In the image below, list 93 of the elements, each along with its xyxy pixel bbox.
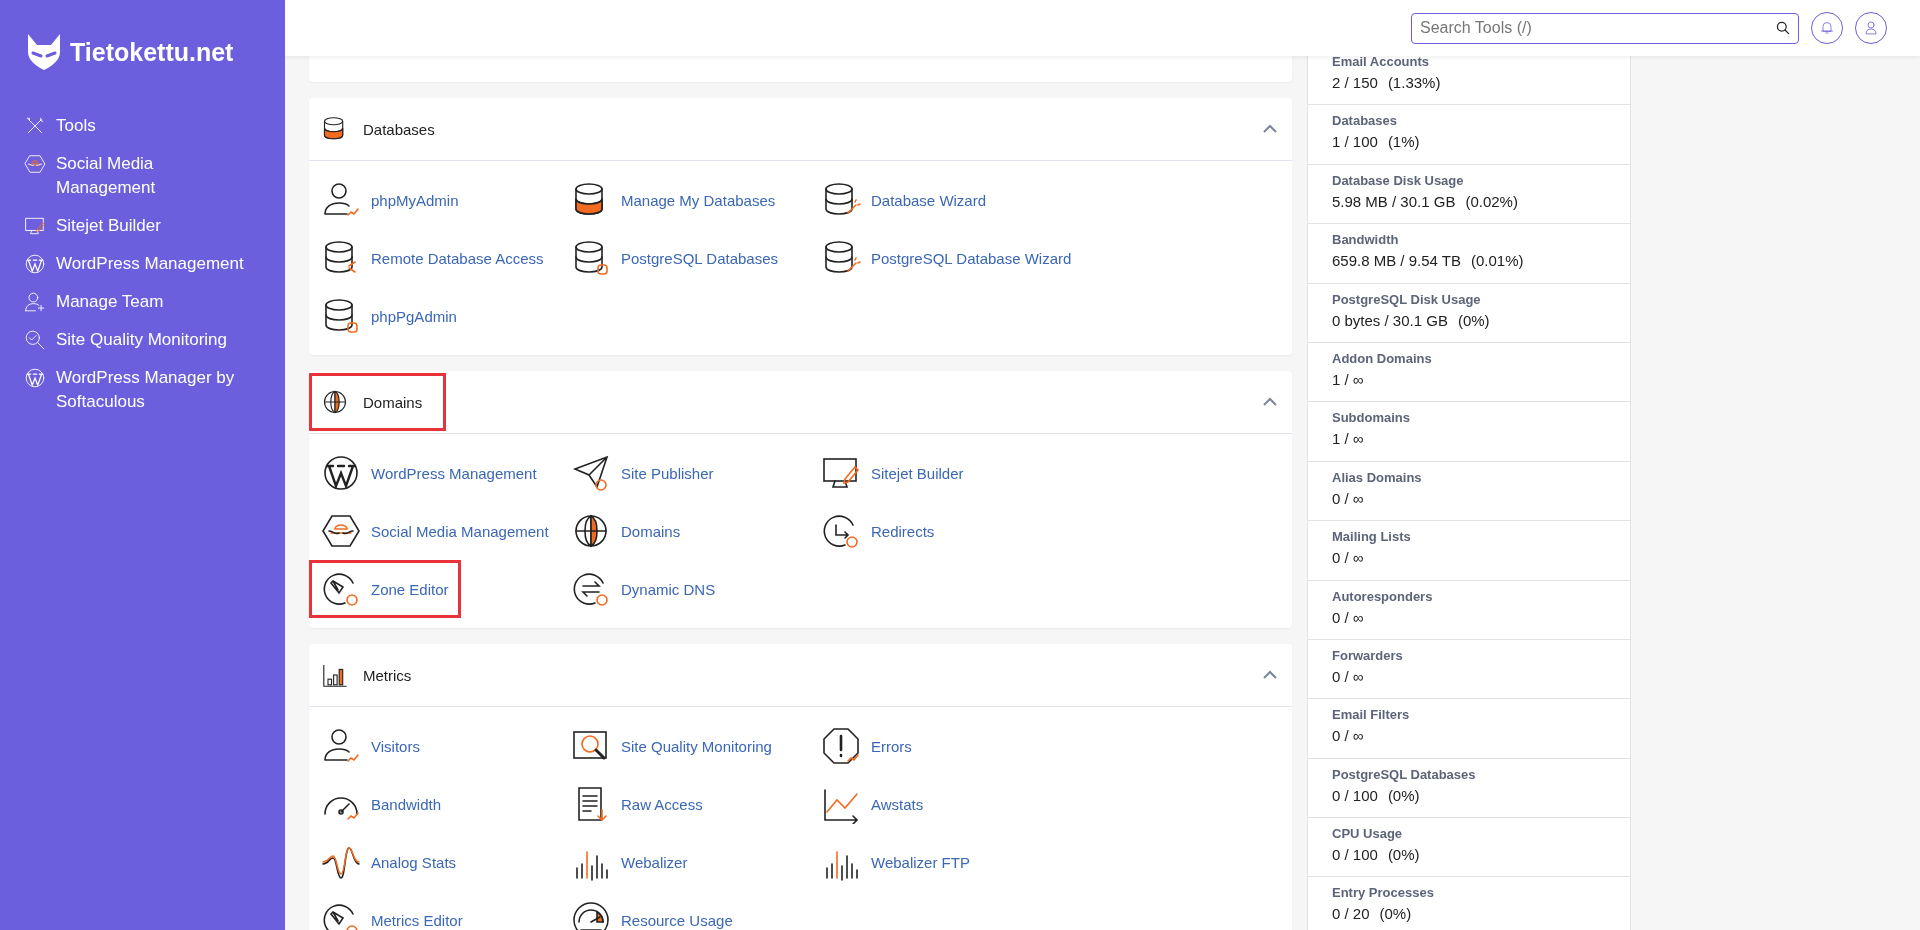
tool-link[interactable]: Bandwidth <box>309 775 454 833</box>
stat-label: Addon Domains <box>1332 350 1433 366</box>
stat-label: Subdomains <box>1332 410 1411 426</box>
tool-link[interactable]: Sitejet Builder <box>809 444 976 502</box>
stat-value: 0 / 20 <box>1332 905 1370 923</box>
speedometer-icon <box>571 900 611 930</box>
stat-value: 0 / ∞ <box>1332 667 1364 685</box>
tool-link[interactable]: Manage My Databases <box>559 171 788 229</box>
globe-icon <box>321 388 349 416</box>
tool-link[interactable]: phpPgAdmin <box>309 287 469 345</box>
sidebar-item[interactable]: Manage Team <box>24 290 264 314</box>
tool-link[interactable]: Webalizer <box>559 833 700 891</box>
user-button[interactable] <box>1855 12 1887 44</box>
stat-percent: (0%) <box>1387 786 1420 804</box>
tool-link[interactable]: PostgreSQL Database Wizard <box>809 229 1084 287</box>
monitor-icon <box>24 215 46 237</box>
stat-value: 1 / 100 <box>1332 133 1378 151</box>
sidebar-item[interactable]: Social Media Management <box>24 152 264 200</box>
tool-link[interactable]: Analog Stats <box>309 833 469 891</box>
stat-label: Mailing Lists <box>1332 529 1412 545</box>
chevron-icon[interactable] <box>1262 124 1278 134</box>
stat-label: Autoresponders <box>1332 588 1434 604</box>
stat-value: 0 / 100 <box>1332 846 1378 864</box>
stat-percent: (0.02%) <box>1465 192 1518 210</box>
tool-link[interactable]: Webalizer FTP <box>809 833 982 891</box>
stat-value: 1 / ∞ <box>1332 430 1364 448</box>
section-title: Domains <box>309 373 447 431</box>
sidebar-item[interactable]: WordPress Manager by Softaculous <box>24 366 264 414</box>
tool-link[interactable]: Resource Usage <box>559 891 745 930</box>
chevron-icon[interactable] <box>1262 670 1278 680</box>
brand-name: Tietokettu.net <box>70 37 234 67</box>
wordpress-logo-icon <box>24 253 46 275</box>
stat-label: CPU Usage <box>1332 826 1404 842</box>
stat-label: Email Filters <box>1332 707 1411 723</box>
stat-label: Database Disk Usage <box>1332 172 1465 188</box>
stat-value: 0 / ∞ <box>1332 549 1364 567</box>
magnifier-icon <box>24 329 46 351</box>
tool-link[interactable]: Visitors <box>309 717 432 775</box>
wordpress-logo-icon <box>24 367 46 389</box>
person-add-icon <box>24 291 46 313</box>
tool-link[interactable]: Errors <box>809 717 924 775</box>
stat-value: 0 / 100 <box>1332 786 1378 804</box>
stat-label: Forwarders <box>1332 647 1404 663</box>
tool-link[interactable]: Site Quality Monitoring <box>559 717 784 775</box>
stat-label: Entry Processes <box>1332 885 1435 901</box>
wordpress-logo-icon <box>321 453 361 493</box>
stat-value: 2 / 150 <box>1332 74 1378 91</box>
warning-octagon-icon <box>821 726 861 766</box>
sidebar-item[interactable]: Sitejet Builder <box>24 214 264 238</box>
tool-link[interactable]: Raw Access <box>559 775 715 833</box>
tool-link[interactable]: phpMyAdmin <box>309 171 471 229</box>
section-title: Databases <box>309 100 459 158</box>
tool-link[interactable]: WordPress Management <box>309 444 549 502</box>
tool-link[interactable]: Site Publisher <box>559 444 726 502</box>
stat-value: 0 / ∞ <box>1332 489 1364 507</box>
tool-link[interactable]: Metrics Editor <box>309 891 475 930</box>
stat-value: 5.98 MB / 30.1 GB <box>1332 192 1456 210</box>
stat-label: PostgreSQL Disk Usage <box>1332 291 1482 307</box>
sidebar-item[interactable]: Tools <box>24 114 264 138</box>
tool-link[interactable]: Dynamic DNS <box>559 560 728 618</box>
notifications-button[interactable] <box>1811 12 1843 44</box>
stat-label: Email Accounts <box>1332 54 1431 69</box>
stat-percent: (0%) <box>1387 846 1420 864</box>
tool-link[interactable]: Remote Database Access <box>309 229 556 287</box>
stat-percent: (1.33%) <box>1387 74 1441 91</box>
stat-label: Alias Domains <box>1332 469 1423 485</box>
stat-value: 0 / ∞ <box>1332 608 1364 626</box>
stat-value: 1 / ∞ <box>1332 370 1364 388</box>
tool-link[interactable]: PostgreSQL Databases <box>559 229 791 287</box>
chevron-icon[interactable] <box>1262 397 1278 407</box>
search-field[interactable]: Search Tools (/) <box>1411 12 1799 44</box>
sidebar-item[interactable]: Site Quality Monitoring <box>24 328 264 352</box>
hexagon-icon <box>24 153 46 175</box>
stat-label: Bandwidth <box>1332 232 1400 248</box>
section-title: Metrics <box>309 646 436 704</box>
tool-link[interactable]: Database Wizard <box>809 171 999 229</box>
stat-value: 659.8 MB / 9.54 TB <box>1332 252 1461 270</box>
stat-percent: (1%) <box>1387 133 1420 151</box>
tool-link[interactable]: Social Media Management <box>309 502 561 560</box>
search-icon <box>1775 19 1791 36</box>
tool-link[interactable]: Zone Editor <box>309 560 461 618</box>
stat-label: Databases <box>1332 113 1399 129</box>
stat-percent: (0%) <box>1379 905 1412 923</box>
stat-value: 0 bytes / 30.1 GB <box>1332 311 1448 329</box>
tool-link[interactable]: Domains <box>559 502 693 560</box>
tool-link[interactable]: Redirects <box>809 502 947 560</box>
stat-value: 0 / ∞ <box>1332 727 1364 745</box>
paper-plane-icon <box>571 453 611 493</box>
stat-percent: (0%) <box>1457 311 1490 329</box>
stat-label: PostgreSQL Databases <box>1332 766 1477 782</box>
stat-percent: (0.01%) <box>1470 252 1524 270</box>
tool-link[interactable]: Awstats <box>809 775 936 833</box>
sidebar-item[interactable]: WordPress Management <box>24 252 264 276</box>
